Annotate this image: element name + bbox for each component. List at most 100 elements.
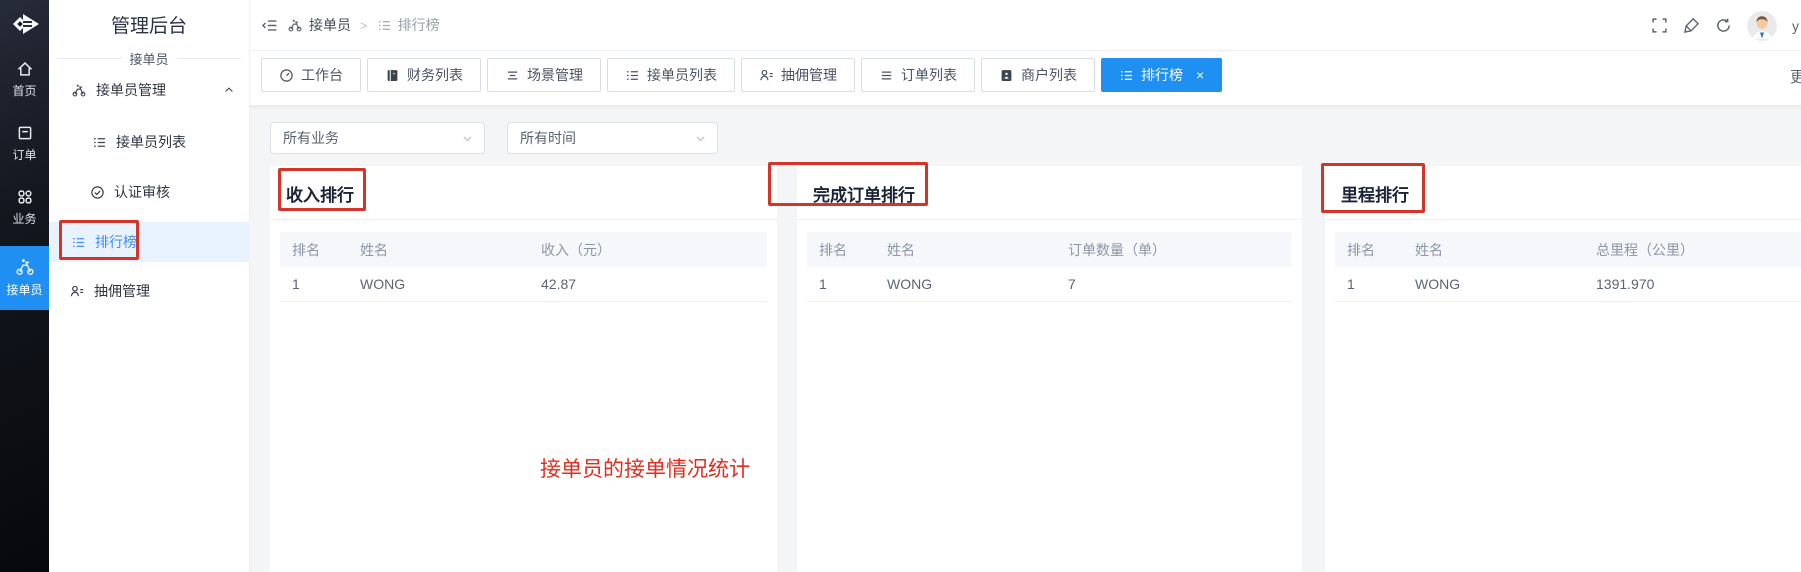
name-cell: WONG [1415,276,1596,292]
icon-rail: 首页 订单 业务 接单员 [0,0,49,572]
rail-item-orders[interactable]: 订单 [0,124,49,163]
username-label[interactable]: y [1792,18,1799,34]
rail-item-label: 首页 [12,82,36,99]
rail-item-label: 接单员 [6,281,42,298]
name-cell: WONG [360,276,541,292]
breadcrumb-separator: > [360,18,368,33]
income-ranking-panel: 收入排行 排名 姓名 收入（元） 1 WONG 42.87 接单员的接单情况统计 [270,166,777,572]
refresh-icon[interactable] [1715,17,1732,34]
rail-item-label: 业务 [12,210,36,227]
main-content: 所有业务 所有时间 收入排行 排名 姓名 收入（元） 1 WONG 42.87 [250,106,1801,572]
app-title: 管理后台 [49,11,249,38]
tab-order-list[interactable]: 订单列表 [861,58,975,92]
column-header: 总里程（公里） [1596,240,1801,260]
table-row: 1 WONG 42.87 [280,267,767,302]
tabs-overflow-label[interactable]: 更 [1790,66,1801,87]
tab-ranking-active[interactable]: 排行榜 × [1101,58,1222,92]
sidebar-item-label: 排行榜 [95,232,137,252]
completed-orders-ranking-table: 排名 姓名 订单数量（单） 1 WONG 7 [807,232,1292,302]
sidebar-item-commission-management[interactable]: 抽佣管理 [49,271,250,311]
tab-commission-management[interactable]: 抽佣管理 [741,58,855,92]
sidebar-item-ranking[interactable]: 排行榜 [49,222,250,262]
value-cell: 1391.970 [1596,276,1801,292]
fullscreen-icon[interactable] [1651,17,1668,34]
rank-cell: 1 [1335,276,1415,292]
tab-scene-management[interactable]: 场景管理 [487,58,601,92]
chevron-up-icon [223,84,235,96]
close-tab-icon[interactable]: × [1196,68,1204,82]
sidebar-item-courier-list[interactable]: 接单员列表 [49,122,250,162]
mileage-ranking-panel: 里程排行 排名 姓名 总里程（公里） 1 WONG 1391.970 [1325,166,1801,572]
apps-grid-icon [16,188,34,206]
panel-title: 完成订单排行 [797,166,1302,220]
mileage-ranking-table: 排名 姓名 总里程（公里） 1 WONG 1391.970 [1335,232,1801,302]
list-icon [377,18,392,33]
lines-icon [879,68,894,83]
person-lines-icon [69,284,85,299]
list-icon [92,135,107,150]
header-actions: y [1651,0,1801,51]
list-icon [1119,68,1134,83]
home-icon [15,60,35,78]
person-lines-icon [759,68,774,83]
lines-icon [505,68,520,83]
sidebar: 管理后台 接单员 接单员管理 接单员列表 认证审核 排行榜 抽佣管理 [49,0,250,572]
rail-item-home[interactable]: 首页 [0,60,49,99]
tab-workbench[interactable]: 工作台 [261,58,361,92]
rail-item-business[interactable]: 业务 [0,188,49,227]
column-header: 姓名 [1415,240,1596,260]
value-cell: 42.87 [541,276,767,292]
income-ranking-table: 排名 姓名 收入（元） 1 WONG 42.87 [280,232,767,302]
user-avatar[interactable] [1747,11,1777,41]
business-filter-select[interactable]: 所有业务 [270,122,485,154]
tab-merchant-list[interactable]: 商户列表 [981,58,1095,92]
admin-dashboard: 首页 订单 业务 接单员 管理后台 接单员 接单员管理 接单员列表 认证 [0,0,1801,572]
sidebar-item-certification-audit[interactable]: 认证审核 [49,172,250,212]
breadcrumb: 接单员 > 排行榜 [250,15,440,35]
sidebar-section-label: 接单员 [49,49,249,68]
table-header-row: 排名 姓名 订单数量（单） [807,232,1292,267]
order-icon [16,124,34,142]
open-tabs: 工作台 财务列表 场景管理 接单员列表 抽佣管理 订单列表 [261,58,1222,92]
sidebar-item-label: 接单员管理 [96,80,166,100]
list-icon [625,68,640,83]
courier-bike-icon [287,18,303,33]
column-header: 姓名 [887,240,1068,260]
courier-bike-icon [71,83,87,98]
top-header: 接单员 > 排行榜 y [250,0,1801,51]
completed-orders-ranking-panel: 完成订单排行 排名 姓名 订单数量（单） 1 WONG 7 [797,166,1302,572]
collapse-sidebar-icon[interactable] [261,17,278,34]
panel-title: 里程排行 [1325,166,1801,220]
rank-cell: 1 [280,276,360,292]
table-header-row: 排名 姓名 收入（元） [280,232,767,267]
breadcrumb-item-courier[interactable]: 接单员 [287,15,351,35]
name-cell: WONG [887,276,1068,292]
column-header: 排名 [807,240,887,260]
rail-item-courier[interactable]: 接单员 [0,246,49,310]
breadcrumb-item-ranking: 排行榜 [377,15,440,35]
sidebar-item-label: 认证审核 [114,182,170,202]
app-logo-icon[interactable] [8,9,42,39]
rail-item-label: 订单 [12,146,36,163]
column-header: 订单数量（单） [1068,240,1292,260]
ledger-icon [385,68,400,83]
chevron-down-icon [461,132,474,145]
list-icon [71,235,86,250]
column-header: 姓名 [360,240,541,260]
tab-finance-list[interactable]: 财务列表 [367,58,481,92]
panel-title: 收入排行 [270,166,777,220]
select-value: 所有时间 [520,128,576,148]
column-header: 排名 [280,240,360,260]
sidebar-item-courier-management[interactable]: 接单员管理 [49,70,250,110]
time-filter-select[interactable]: 所有时间 [507,122,718,154]
table-row: 1 WONG 1391.970 [1335,267,1801,302]
courier-bike-icon [14,257,36,277]
sidebar-item-label: 接单员列表 [116,132,186,152]
table-row: 1 WONG 7 [807,267,1292,302]
tab-courier-list[interactable]: 接单员列表 [607,58,735,92]
merchant-badge-icon [999,68,1014,83]
sidebar-item-label: 抽佣管理 [94,281,150,301]
dashboard-gauge-icon [279,68,294,83]
value-cell: 7 [1068,276,1292,292]
theme-skin-icon[interactable] [1683,17,1700,34]
